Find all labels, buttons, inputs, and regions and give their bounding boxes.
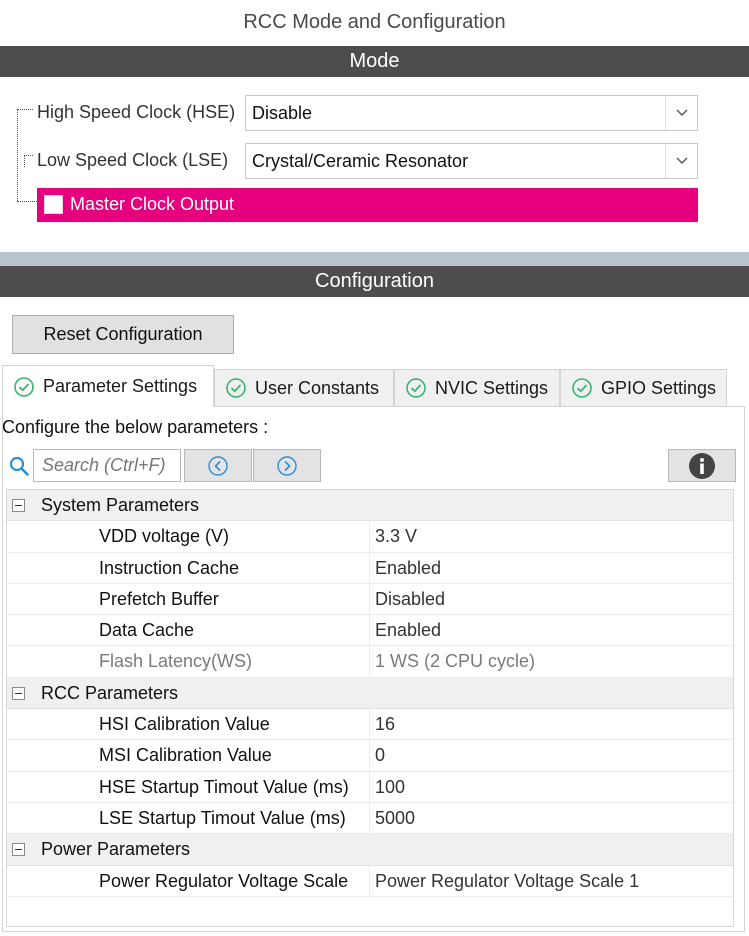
parameters-grid: System Parameters VDD voltage (V) 3.3 V … [6, 489, 734, 927]
search-previous-button[interactable] [184, 449, 252, 482]
parameter-row[interactable]: Instruction Cache Enabled [7, 552, 733, 584]
collapse-icon[interactable] [12, 686, 25, 700]
info-icon [689, 452, 715, 479]
tab-user-constants[interactable]: User Constants [214, 369, 394, 407]
parameter-name: Power Regulator Voltage Scale [99, 870, 349, 891]
hse-selected-value: Disable [252, 103, 313, 123]
group-name: Power Parameters [41, 839, 191, 860]
check-circle-icon [226, 378, 246, 398]
lse-selected-value: Crystal/Ceramic Resonator [252, 151, 469, 171]
parameter-value: 1 WS (2 CPU cycle) [369, 646, 535, 677]
parameter-name: VDD voltage (V) [99, 526, 230, 547]
group-name: System Parameters [41, 495, 200, 515]
tab-label: User Constants [255, 377, 380, 398]
mode-section-header: Mode [0, 46, 749, 77]
hse-label: High Speed Clock (HSE) [37, 102, 236, 122]
tab-nvic-settings[interactable]: NVIC Settings [394, 369, 560, 407]
parameter-name: HSE Startup Timout Value (ms) [99, 776, 349, 797]
parameter-value[interactable]: Power Regulator Voltage Scale 1 [369, 865, 639, 896]
tab-gpio-settings[interactable]: GPIO Settings [560, 369, 727, 407]
group-row-power-parameters[interactable]: Power Parameters [7, 834, 733, 866]
lse-select[interactable]: Crystal/Ceramic Resonator [245, 143, 698, 179]
parameter-row[interactable]: Prefetch Buffer Disabled [7, 583, 733, 616]
check-circle-icon [14, 376, 34, 397]
parameter-value[interactable]: 5000 [369, 802, 415, 834]
parameter-row[interactable]: Data Cache Enabled [7, 615, 733, 647]
tree-connector [17, 109, 33, 110]
parameter-name: HSI Calibration Value [99, 714, 270, 735]
parameter-name: Flash Latency(WS) [99, 651, 253, 672]
master-clock-output-label: Master Clock Output [70, 194, 235, 214]
reset-configuration-button[interactable]: Reset Configuration [12, 315, 234, 354]
parameter-row[interactable]: HSI Calibration Value 16 [7, 709, 733, 741]
check-circle-icon [572, 378, 592, 398]
tree-connector [17, 109, 18, 201]
hse-select[interactable]: Disable [245, 95, 698, 131]
lse-label: Low Speed Clock (LSE) [37, 150, 229, 170]
parameter-row[interactable]: Power Regulator Voltage Scale Power Regu… [7, 865, 733, 897]
tree-connector [24, 155, 33, 156]
parameter-name: Data Cache [99, 620, 195, 641]
tab-label: GPIO Settings [601, 377, 717, 398]
parameter-value[interactable]: 0 [369, 740, 385, 771]
tab-parameter-settings[interactable]: Parameter Settings [2, 365, 214, 407]
tab-label: NVIC Settings [435, 377, 549, 398]
search-next-button[interactable] [253, 449, 321, 482]
tree-connector [17, 201, 37, 202]
window-title: RCC Mode and Configuration [243, 11, 506, 33]
check-circle-icon [406, 378, 426, 398]
parameter-value[interactable]: 16 [369, 709, 395, 740]
tree-connector [24, 155, 25, 167]
group-row-rcc-parameters[interactable]: RCC Parameters [7, 677, 733, 710]
configuration-section-header: Configuration [0, 266, 749, 297]
chevron-right-circle-icon [277, 455, 297, 476]
parameter-row[interactable]: HSE Startup Timout Value (ms) 100 [7, 771, 733, 803]
parameter-name: MSI Calibration Value [99, 745, 272, 766]
tab-label: Parameter Settings [43, 376, 198, 396]
collapse-icon[interactable] [12, 843, 25, 857]
parameter-row: Flash Latency(WS) 1 WS (2 CPU cycle) [7, 646, 733, 678]
group-row-system-parameters[interactable]: System Parameters [7, 490, 733, 522]
parameter-value[interactable]: 3.3 V [369, 521, 417, 552]
parameter-row[interactable]: LSE Startup Timout Value (ms) 5000 [7, 802, 733, 835]
chevron-down-icon[interactable] [665, 96, 697, 130]
configure-instructions: Configure the below parameters : [2, 417, 269, 437]
master-clock-output-row[interactable]: Master Clock Output [37, 188, 698, 222]
chevron-down-icon[interactable] [665, 144, 697, 178]
info-button[interactable] [668, 449, 736, 482]
parameter-value[interactable]: 100 [369, 771, 405, 802]
chevron-left-circle-icon [208, 455, 228, 476]
collapse-icon[interactable] [12, 499, 25, 512]
parameter-value[interactable]: Enabled [369, 552, 441, 583]
parameter-name: Prefetch Buffer [99, 588, 219, 609]
group-name: RCC Parameters [41, 682, 179, 703]
section-separator [0, 252, 749, 266]
parameter-row[interactable]: VDD voltage (V) 3.3 V [7, 521, 733, 553]
parameter-value[interactable]: Enabled [369, 615, 441, 646]
search-input[interactable] [33, 449, 181, 482]
search-icon[interactable] [8, 455, 30, 477]
parameter-name: Instruction Cache [99, 557, 240, 578]
parameter-name: LSE Startup Timout Value (ms) [99, 807, 346, 828]
master-clock-output-checkbox[interactable] [44, 195, 63, 214]
parameter-row[interactable]: MSI Calibration Value 0 [7, 740, 733, 772]
parameter-value[interactable]: Disabled [369, 583, 445, 615]
